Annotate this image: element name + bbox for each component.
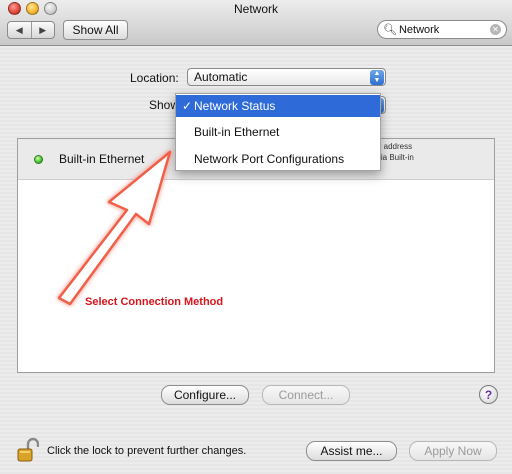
location-value: Automatic [194,70,248,84]
lock-icon[interactable] [17,437,39,463]
show-dropdown-menu: ✓ Network Status Built-in Ethernet Netwo… [175,93,381,171]
search-field[interactable]: 🔍︎ Network ✕ [377,20,507,39]
annotation-label: Select Connection Method [85,296,224,308]
network-services-list: Built-in Ethernet IP address et via Buil… [17,138,495,373]
checkmark-icon: ✓ [181,99,192,113]
window-title: Network [233,2,278,16]
menu-item-network-status[interactable]: ✓ Network Status [176,95,380,117]
back-forward-control: ◀ ▶ [7,21,55,39]
help-icon[interactable]: ? [479,385,498,404]
popup-arrows-icon: ▲▼ [370,69,384,85]
location-popup[interactable]: Automatic ▲ ▼ [187,68,386,86]
show-all-button[interactable]: Show All [63,20,128,40]
menu-item-network-port-configurations[interactable]: Network Port Configurations [176,148,380,170]
clear-search-icon[interactable]: ✕ [490,24,501,35]
network-preferences-window: Network ◀ ▶ Show All 🔍︎ Network ✕ Locati… [0,0,512,474]
assist-me-button[interactable]: Assist me... [306,441,397,461]
search-icon: 🔍︎ [383,24,397,36]
service-name: Built-in Ethernet [59,152,145,166]
location-label: Location: [130,71,179,85]
back-arrow-icon[interactable]: ◀ [8,22,32,38]
titlebar: Network ◀ ▶ Show All 🔍︎ Network ✕ [0,0,512,46]
configure-button[interactable]: Configure... [161,385,249,405]
status-connected-icon [34,155,43,164]
apply-now-button[interactable]: Apply Now [409,441,497,461]
forward-arrow-icon[interactable]: ▶ [32,22,55,38]
search-input-value[interactable]: Network [399,24,490,36]
connect-button[interactable]: Connect... [262,385,350,405]
lock-message: Click the lock to prevent further change… [47,445,247,457]
menu-item-built-in-ethernet[interactable]: Built-in Ethernet [176,121,380,143]
